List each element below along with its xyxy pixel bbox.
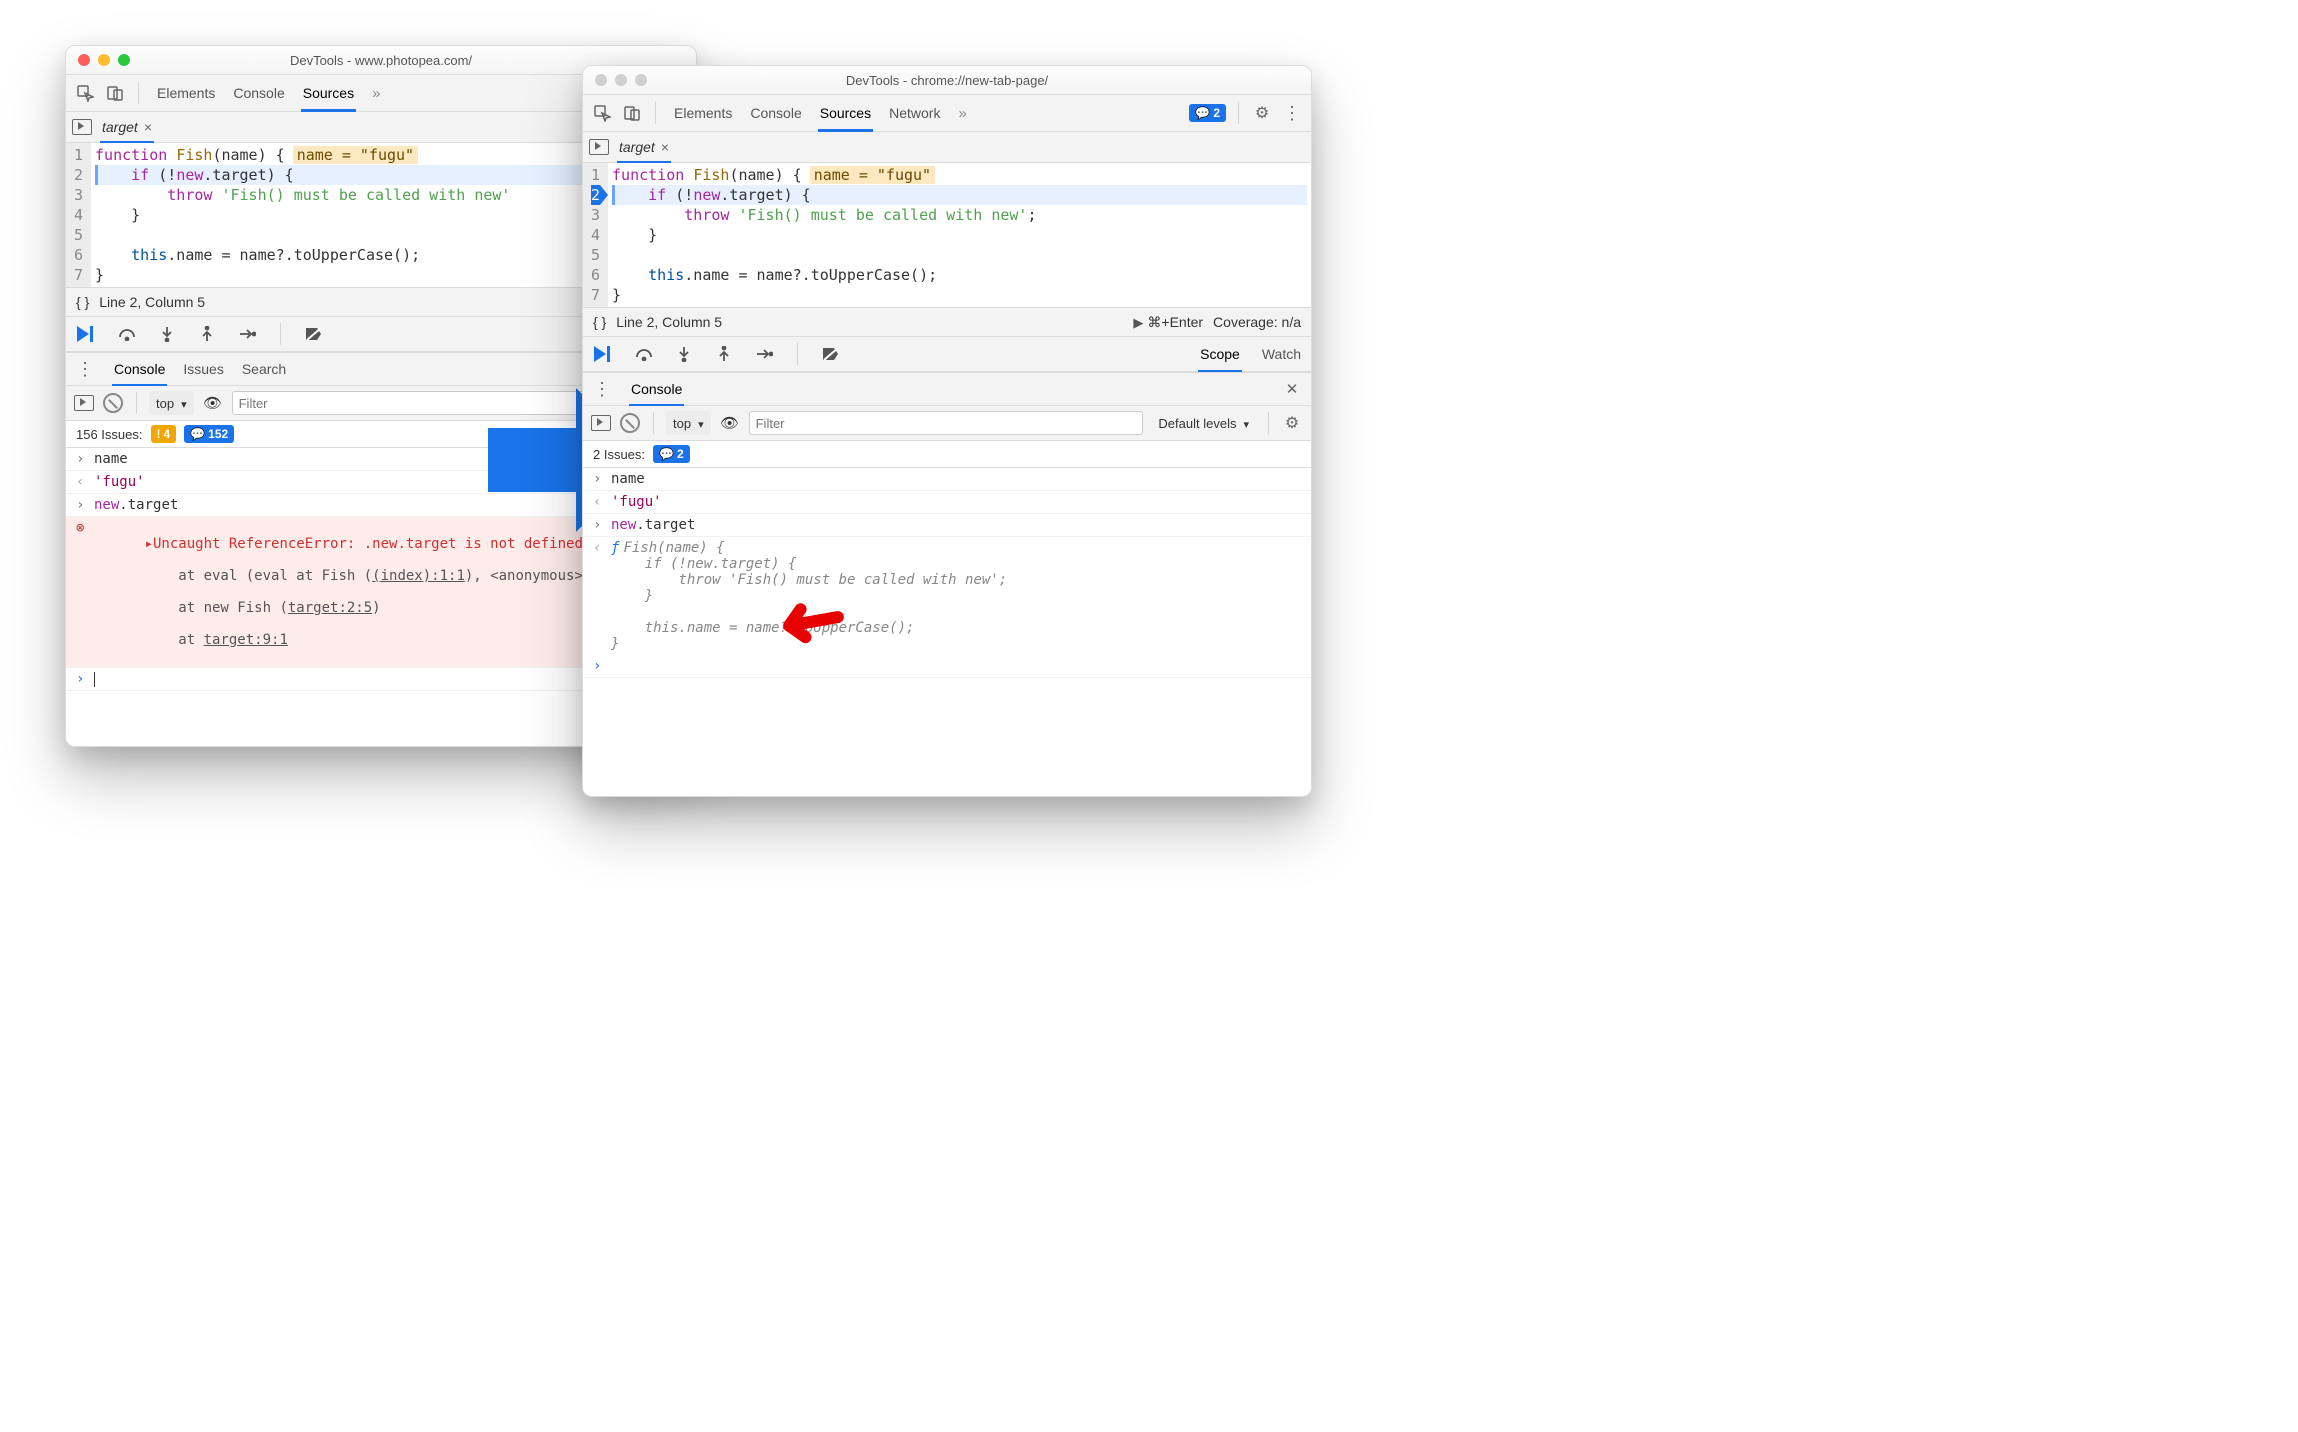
- console-sidebar-toggle-icon[interactable]: [591, 415, 611, 431]
- resume-icon[interactable]: [76, 323, 98, 345]
- cursor-position: Line 2, Column 5: [99, 294, 205, 310]
- navigator-toggle-icon[interactable]: [72, 119, 92, 135]
- tab-network[interactable]: Network: [889, 95, 940, 131]
- minimize-dot[interactable]: [615, 74, 627, 86]
- debugger-toolbar: Scope Watch: [583, 337, 1311, 372]
- panel-tabs: Elements Console Sources Network: [674, 95, 967, 131]
- editor-status-bar: { } Line 2, Column 5 ⌘+Enter Coverage: n…: [583, 307, 1311, 337]
- message-badge: 💬 152: [184, 425, 234, 443]
- panel-tabs: Elements Console Sources: [157, 75, 380, 111]
- tab-elements[interactable]: Elements: [157, 75, 215, 111]
- inspect-icon[interactable]: [591, 102, 613, 124]
- device-mode-icon[interactable]: [621, 102, 643, 124]
- drawer-header: Console ✕: [583, 372, 1311, 406]
- zoom-dot[interactable]: [635, 74, 647, 86]
- clear-console-icon[interactable]: [619, 412, 641, 434]
- tab-console[interactable]: Console: [750, 95, 801, 131]
- step-out-icon[interactable]: [196, 323, 218, 345]
- line-gutter: 1234567: [583, 163, 608, 307]
- issues-bar[interactable]: 2 Issues: 💬 2: [583, 441, 1311, 468]
- console-toolbar: top Default levels: [583, 406, 1311, 441]
- devtools-window-right: DevTools - chrome://new-tab-page/ Elemen…: [582, 65, 1312, 797]
- line-gutter: 1234567: [66, 143, 91, 287]
- deactivate-breakpoints-icon[interactable]: [303, 323, 325, 345]
- close-dot[interactable]: [595, 74, 607, 86]
- context-select[interactable]: top: [149, 391, 194, 415]
- message-badge[interactable]: 💬 2: [1189, 104, 1226, 122]
- more-tabs-icon[interactable]: [372, 85, 380, 102]
- warning-badge: ! 4: [151, 425, 177, 443]
- settings-icon[interactable]: [1251, 102, 1273, 124]
- tab-watch[interactable]: Watch: [1262, 337, 1301, 371]
- coverage-label: Coverage: n/a: [1213, 314, 1301, 330]
- window-title: DevTools - chrome://new-tab-page/: [583, 73, 1311, 88]
- titlebar: DevTools - chrome://new-tab-page/: [583, 66, 1311, 95]
- device-mode-icon[interactable]: [104, 82, 126, 104]
- step-into-icon[interactable]: [156, 323, 178, 345]
- step-out-icon[interactable]: [713, 343, 735, 365]
- drawer-tab-console[interactable]: Console: [114, 353, 165, 385]
- drawer-more-icon[interactable]: [591, 378, 613, 400]
- close-file-icon[interactable]: ×: [144, 119, 152, 135]
- close-drawer-icon[interactable]: ✕: [1281, 378, 1303, 400]
- levels-select[interactable]: Default levels: [1151, 411, 1256, 435]
- file-tab-row: target ×: [583, 132, 1311, 163]
- context-select[interactable]: top: [666, 411, 711, 435]
- file-tab-target[interactable]: target ×: [619, 132, 669, 162]
- main-toolbar: Elements Console Sources Network 💬 2: [583, 95, 1311, 132]
- pretty-print-icon[interactable]: { }: [593, 314, 606, 330]
- tab-sources[interactable]: Sources: [820, 95, 871, 131]
- inspect-icon[interactable]: [74, 82, 96, 104]
- clear-console-icon[interactable]: [102, 392, 124, 414]
- deactivate-breakpoints-icon[interactable]: [820, 343, 842, 365]
- tab-scope[interactable]: Scope: [1200, 337, 1240, 371]
- step-over-icon[interactable]: [633, 343, 655, 365]
- tab-console[interactable]: Console: [233, 75, 284, 111]
- message-badge: 💬 2: [653, 445, 690, 463]
- step-icon[interactable]: [753, 343, 775, 365]
- drawer-tab-console[interactable]: Console: [631, 373, 682, 405]
- step-into-icon[interactable]: [673, 343, 695, 365]
- tab-sources[interactable]: Sources: [303, 75, 354, 111]
- zoom-dot[interactable]: [118, 54, 130, 66]
- close-file-icon[interactable]: ×: [661, 139, 669, 155]
- pretty-print-icon[interactable]: { }: [76, 294, 89, 310]
- run-snippet-icon[interactable]: ⌘+Enter: [1133, 314, 1203, 331]
- live-expression-icon[interactable]: [719, 412, 741, 434]
- step-over-icon[interactable]: [116, 323, 138, 345]
- step-icon[interactable]: [236, 323, 258, 345]
- code-editor[interactable]: 1234567 function Fish(name) {name = "fug…: [583, 163, 1311, 307]
- more-tabs-icon[interactable]: [958, 105, 966, 122]
- tab-elements[interactable]: Elements: [674, 95, 732, 131]
- console-settings-icon[interactable]: [1281, 412, 1303, 434]
- minimize-dot[interactable]: [98, 54, 110, 66]
- resume-icon[interactable]: [593, 343, 615, 365]
- file-tab-target[interactable]: target ×: [102, 112, 152, 142]
- close-dot[interactable]: [78, 54, 90, 66]
- live-expression-icon[interactable]: [202, 392, 224, 414]
- drawer-tab-search[interactable]: Search: [242, 353, 286, 385]
- console-log[interactable]: name 'fugu' new.target ƒFish(name) { if …: [583, 468, 1311, 796]
- cursor-position: Line 2, Column 5: [616, 314, 722, 330]
- console-sidebar-toggle-icon[interactable]: [74, 395, 94, 411]
- navigator-toggle-icon[interactable]: [589, 139, 609, 155]
- drawer-more-icon[interactable]: [74, 358, 96, 380]
- drawer-tab-issues[interactable]: Issues: [183, 353, 223, 385]
- filter-input[interactable]: [749, 411, 1144, 435]
- more-icon[interactable]: [1281, 102, 1303, 124]
